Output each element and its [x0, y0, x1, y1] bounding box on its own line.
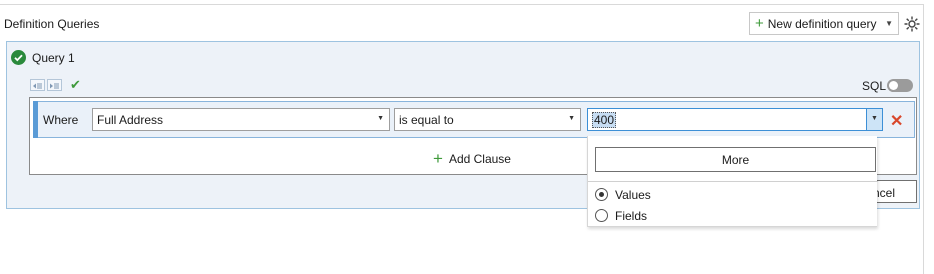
verify-check-icon[interactable]: ✔: [70, 77, 81, 93]
operator-select[interactable]: is equal to ▼: [394, 108, 581, 131]
outdent-icon[interactable]: [30, 79, 45, 91]
chevron-down-icon[interactable]: ▼: [885, 19, 893, 28]
sql-label: SQL: [862, 79, 887, 93]
gear-icon[interactable]: [903, 15, 921, 33]
query-title: Query 1: [32, 51, 75, 65]
fields-radio-label: Fields: [615, 209, 648, 223]
chevron-down-icon: ▼: [871, 115, 878, 122]
more-button[interactable]: More: [595, 147, 876, 172]
chevron-down-icon: ▼: [568, 115, 575, 122]
values-radio[interactable]: [595, 188, 608, 201]
add-clause-label: Add Clause: [448, 151, 511, 166]
operator-select-value: is equal to: [399, 113, 454, 127]
new-definition-query-button[interactable]: + New definition query ▼: [749, 12, 899, 35]
divider: [588, 181, 878, 182]
fields-radio[interactable]: [595, 209, 608, 222]
value-dropdown-button[interactable]: ▼: [866, 109, 882, 130]
value-combobox[interactable]: 400 ▼: [587, 108, 883, 131]
toggle-knob: [889, 81, 898, 90]
pane-title: Definition Queries: [4, 17, 100, 31]
more-button-label: More: [721, 153, 750, 167]
query-valid-icon: [11, 50, 26, 65]
add-clause-button[interactable]: + Add Clause: [433, 150, 511, 167]
value-dropdown-popup: More Values Fields: [587, 136, 878, 227]
field-select[interactable]: Full Address ▼: [92, 108, 390, 131]
value-input-text: 400: [592, 112, 617, 128]
delete-clause-icon[interactable]: ✕: [890, 111, 903, 131]
value-input[interactable]: 400: [592, 112, 617, 128]
values-radio-label: Values: [615, 188, 651, 202]
field-select-value: Full Address: [97, 113, 164, 127]
radio-selected-dot: [599, 192, 604, 197]
new-definition-query-label: New definition query: [767, 16, 877, 31]
clause-row-indicator: [33, 101, 38, 138]
chevron-down-icon: ▼: [377, 115, 384, 122]
plus-icon: +: [433, 149, 443, 168]
where-label: Where: [43, 113, 79, 127]
indent-icon[interactable]: [47, 79, 62, 91]
plus-icon: +: [755, 15, 764, 32]
sql-toggle[interactable]: [887, 79, 913, 92]
